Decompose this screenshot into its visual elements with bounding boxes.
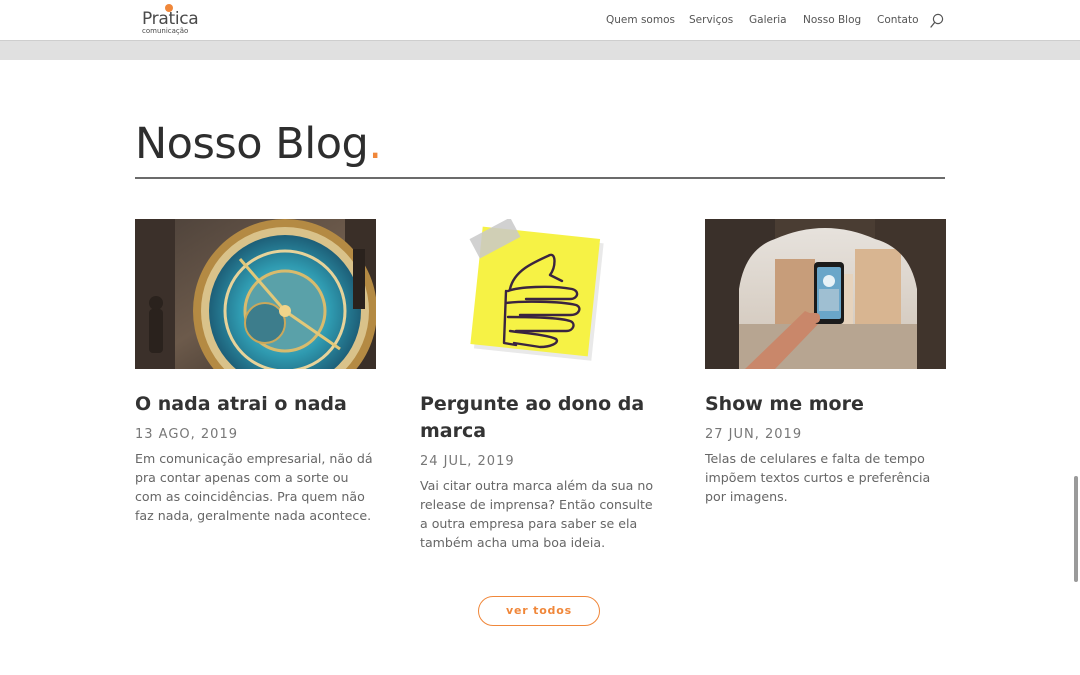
post-title[interactable]: Pergunte ao dono da marca xyxy=(420,391,661,445)
search-icon[interactable] xyxy=(930,13,944,29)
logo-name: Pratica xyxy=(142,9,199,29)
nav-item-galeria[interactable]: Galeria xyxy=(749,13,787,27)
logo-dot-icon xyxy=(165,4,173,12)
post-title[interactable]: Show me more xyxy=(705,391,946,418)
nav-item-quem-somos[interactable]: Quem somos xyxy=(606,13,675,27)
logo-tagline: comunicação xyxy=(142,27,189,35)
post-image-thumbs-up-sticky-note[interactable] xyxy=(420,219,661,369)
post-excerpt: Em comunicação empresarial, não dá pra c… xyxy=(135,451,373,523)
nav-item-nosso-blog[interactable]: Nosso Blog xyxy=(803,13,861,27)
post-excerpt: Telas de celulares e falta de tempo impõ… xyxy=(705,451,931,504)
post-date: 27 JUN, 2019 xyxy=(705,427,803,442)
section-title: Nosso Blog. xyxy=(135,118,382,170)
site-header: Pratica comunicação Quem somos Serviços … xyxy=(0,0,1080,40)
nav-item-contato[interactable]: Contato xyxy=(877,13,919,27)
scrollbar-thumb[interactable] xyxy=(1074,476,1078,582)
section-title-dot: . xyxy=(368,119,382,169)
post-title[interactable]: O nada atrai o nada xyxy=(135,391,376,418)
view-all-button[interactable]: ver todos xyxy=(478,596,600,626)
post-date: 13 AGO, 2019 xyxy=(135,427,238,442)
nav-item-servicos[interactable]: Serviços xyxy=(689,13,733,27)
header-shadow-band xyxy=(0,40,1080,60)
section-title-text: Nosso Blog xyxy=(135,119,369,169)
post-excerpt: Vai citar outra marca além da sua no rel… xyxy=(420,478,654,550)
post-image-astronomical-clock[interactable] xyxy=(135,219,376,369)
post-image-hand-holding-phone[interactable] xyxy=(705,219,946,369)
post-date: 24 JUL, 2019 xyxy=(420,454,515,469)
logo[interactable]: Pratica comunicação xyxy=(140,4,200,36)
title-divider xyxy=(135,177,945,179)
